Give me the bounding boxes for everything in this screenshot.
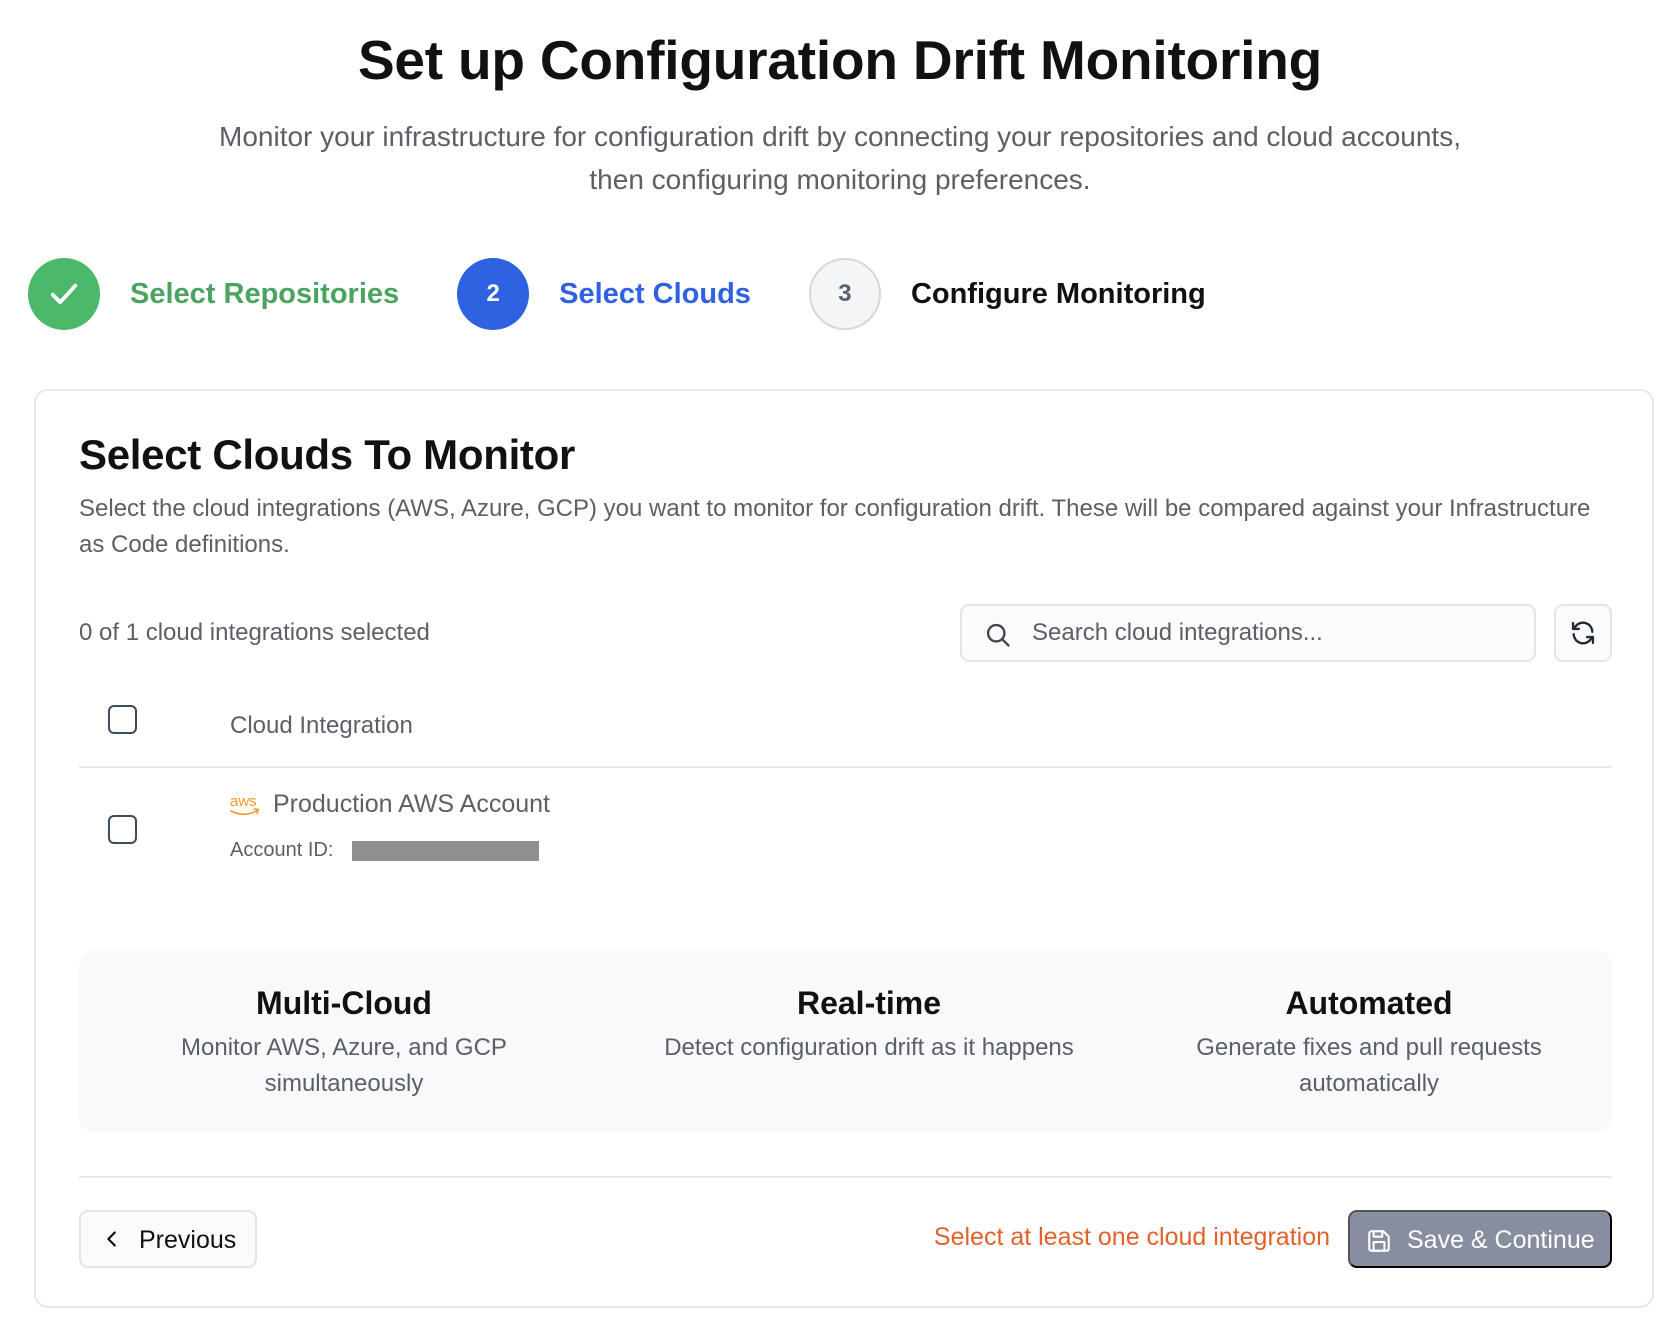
feature-title: Real-time (796, 985, 942, 1021)
step-number-3: 3 (808, 258, 881, 330)
page-subtitle-line-1: Monitor your infrastructure for configur… (219, 121, 1461, 152)
feature-real-time: Real-time Detect configuration drift as … (624, 985, 1114, 1066)
feature-title: Multi-Cloud (256, 985, 432, 1021)
previous-label: Previous (139, 1226, 237, 1254)
page: Set up Configuration Drift Monitoring Mo… (0, 0, 1680, 1326)
search-input[interactable] (1032, 606, 1522, 660)
refresh-icon (1571, 621, 1595, 645)
account-id-label: Account ID: (230, 839, 334, 861)
check-icon (50, 283, 78, 305)
chevron-left-icon (107, 1231, 116, 1247)
table-header: Cloud Integration (79, 691, 1612, 768)
feature-description: Detect configuration drift as it happens (664, 1034, 1074, 1061)
footer-divider (79, 1176, 1612, 1178)
page-subtitle: Monitor your infrastructure for configur… (160, 115, 1520, 201)
feature-title: Automated (1285, 985, 1453, 1021)
step-label-select-clouds: Select Clouds (559, 277, 751, 310)
stepper: Select Repositories 2 Select Clouds 3 Co… (28, 258, 1264, 330)
card-description: Select the cloud integrations (AWS, Azur… (79, 495, 1591, 558)
selected-count: 0 of 1 cloud integrations selected (79, 619, 430, 646)
features-panel: Multi-Cloud Monitor AWS, Azure, and GCP … (79, 951, 1612, 1132)
validation-message: Select at least one cloud integration (933, 1223, 1330, 1251)
feature-description: Monitor AWS, Azure, and GCP simultaneous… (181, 1034, 507, 1097)
save-icon (1368, 1230, 1390, 1252)
step-select-repositories[interactable]: Select Repositories (28, 258, 399, 330)
step-number-2: 2 (457, 258, 530, 330)
search-icon (986, 623, 1010, 647)
svg-text:aws: aws (230, 793, 257, 810)
integration-name: Production AWS Account (273, 790, 551, 818)
refresh-button[interactable] (1554, 604, 1612, 662)
step-complete-circle (28, 258, 100, 330)
feature-description: Generate fixes and pull requests automat… (1196, 1034, 1542, 1097)
select-all-checkbox[interactable] (108, 705, 137, 734)
card-title: Select Clouds To Monitor (79, 431, 576, 478)
save-continue-button[interactable]: Save & Continue (1348, 1210, 1612, 1268)
feature-automated: Automated Generate fixes and pull reques… (1159, 985, 1579, 1102)
step-configure-monitoring[interactable]: 3 Configure Monitoring (808, 258, 1206, 330)
aws-logo-icon: aws (230, 793, 260, 816)
step-select-clouds[interactable]: 2 Select Clouds (457, 258, 751, 330)
step-label-select-repositories: Select Repositories (130, 277, 400, 310)
previous-button[interactable]: Previous (79, 1210, 257, 1268)
row-checkbox[interactable] (108, 815, 137, 844)
select-clouds-card: Select Clouds To Monitor Select the clou… (34, 389, 1654, 1308)
step-label-configure-monitoring: Configure Monitoring (910, 277, 1206, 310)
column-header-cloud-integration: Cloud Integration (230, 712, 413, 739)
table-row[interactable]: aws Production AWS Account Account ID: (79, 770, 1612, 890)
search-box (960, 604, 1536, 662)
page-subtitle-line-2: then configuring monitoring preferences. (589, 164, 1091, 195)
page-title: Set up Configuration Drift Monitoring (357, 29, 1323, 91)
feature-multi-cloud: Multi-Cloud Monitor AWS, Azure, and GCP … (134, 985, 554, 1102)
save-continue-label: Save & Continue (1407, 1226, 1595, 1254)
redacted-account-id (352, 841, 539, 861)
